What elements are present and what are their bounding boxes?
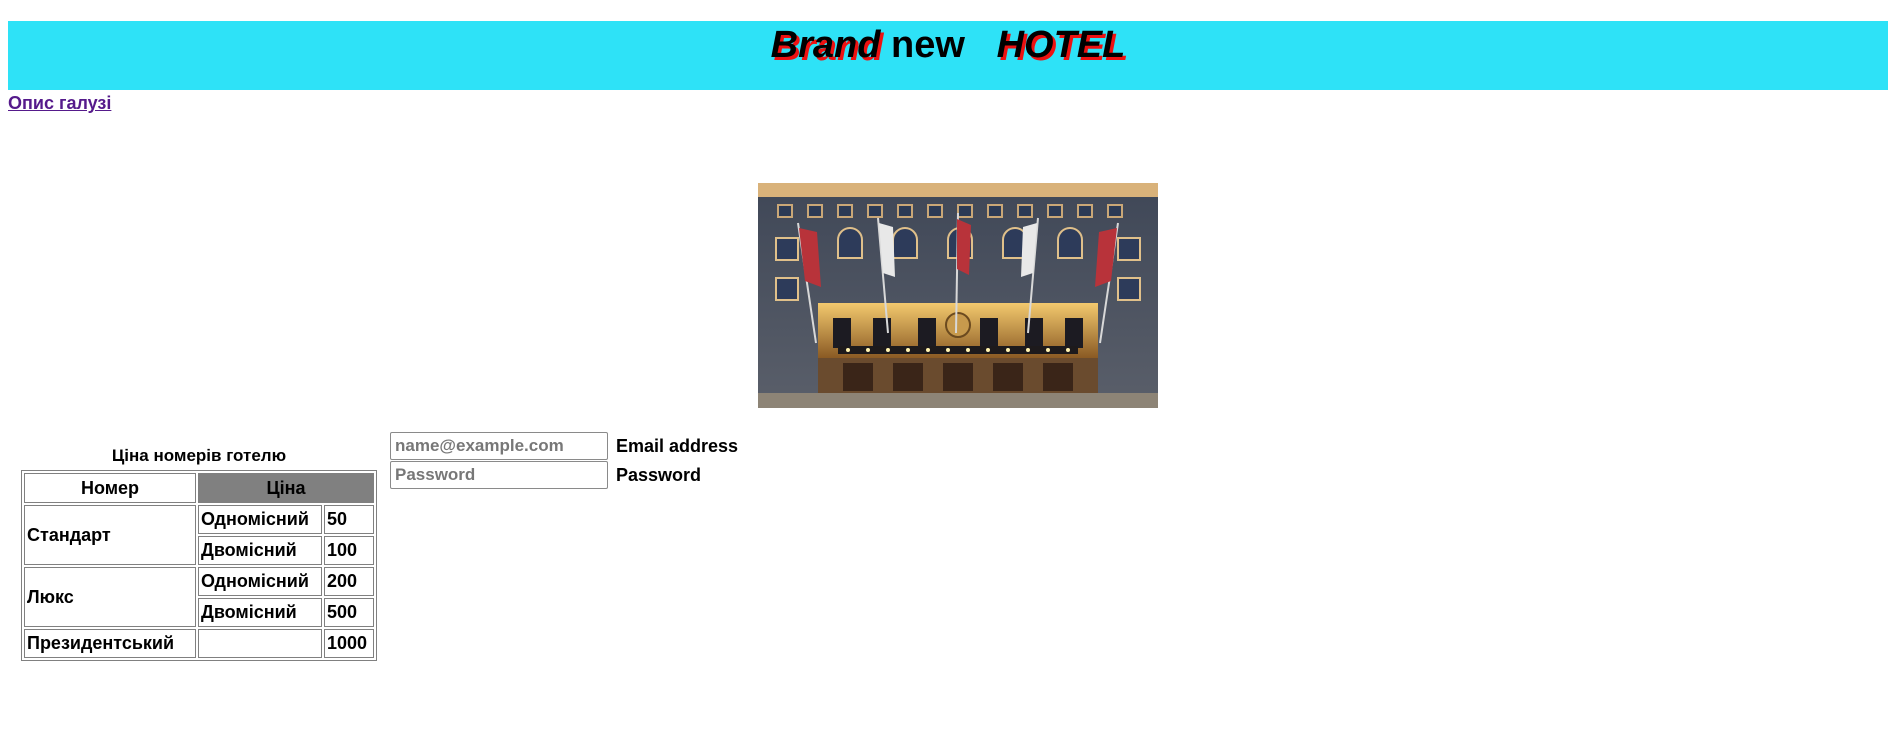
column-header-price: Ціна [198, 473, 374, 503]
occupancy-cell [198, 629, 322, 658]
table-row: Президентський 1000 [24, 629, 374, 658]
title-word-new: new [890, 24, 965, 66]
price-table: Номер Ціна Стандарт Одномісний 50 Двоміс… [21, 470, 377, 661]
email-row: Email address [390, 432, 738, 460]
occupancy-cell: Двомісний [198, 598, 322, 627]
price-cell: 50 [324, 505, 374, 534]
password-row: Password [390, 461, 701, 489]
price-cell: 200 [324, 567, 374, 596]
password-label: Password [616, 464, 702, 485]
price-table-section: Ціна номерів готелю Номер Ціна Стандарт … [21, 446, 377, 661]
price-cell: 500 [324, 598, 374, 627]
room-type-cell: Стандарт [24, 505, 196, 565]
price-cell: 1000 [324, 629, 374, 658]
password-field[interactable] [390, 461, 608, 489]
email-field[interactable] [390, 432, 608, 460]
site-banner: Brand new HOTEL [8, 21, 1888, 90]
occupancy-cell: Одномісний [198, 567, 322, 596]
occupancy-cell: Двомісний [198, 536, 322, 565]
room-type-cell: Президентський [24, 629, 196, 658]
industry-description-link[interactable]: Опис галузі [8, 93, 111, 114]
occupancy-cell: Одномісний [198, 505, 322, 534]
table-header-row: Номер Ціна [24, 473, 374, 503]
site-title: Brand new HOTEL [8, 24, 1888, 67]
room-type-cell: Люкс [24, 567, 196, 627]
hotel-facade-image [758, 183, 1158, 408]
title-word-brand: Brand [770, 24, 881, 66]
email-label: Email address [616, 435, 739, 456]
title-word-hotel: HOTEL [996, 24, 1126, 66]
column-header-room: Номер [24, 473, 196, 503]
table-row: Стандарт Одномісний 50 [24, 505, 374, 565]
table-row: Люкс Одномісний 200 [24, 567, 374, 627]
price-table-caption: Ціна номерів готелю [111, 446, 287, 465]
price-cell: 100 [324, 536, 374, 565]
